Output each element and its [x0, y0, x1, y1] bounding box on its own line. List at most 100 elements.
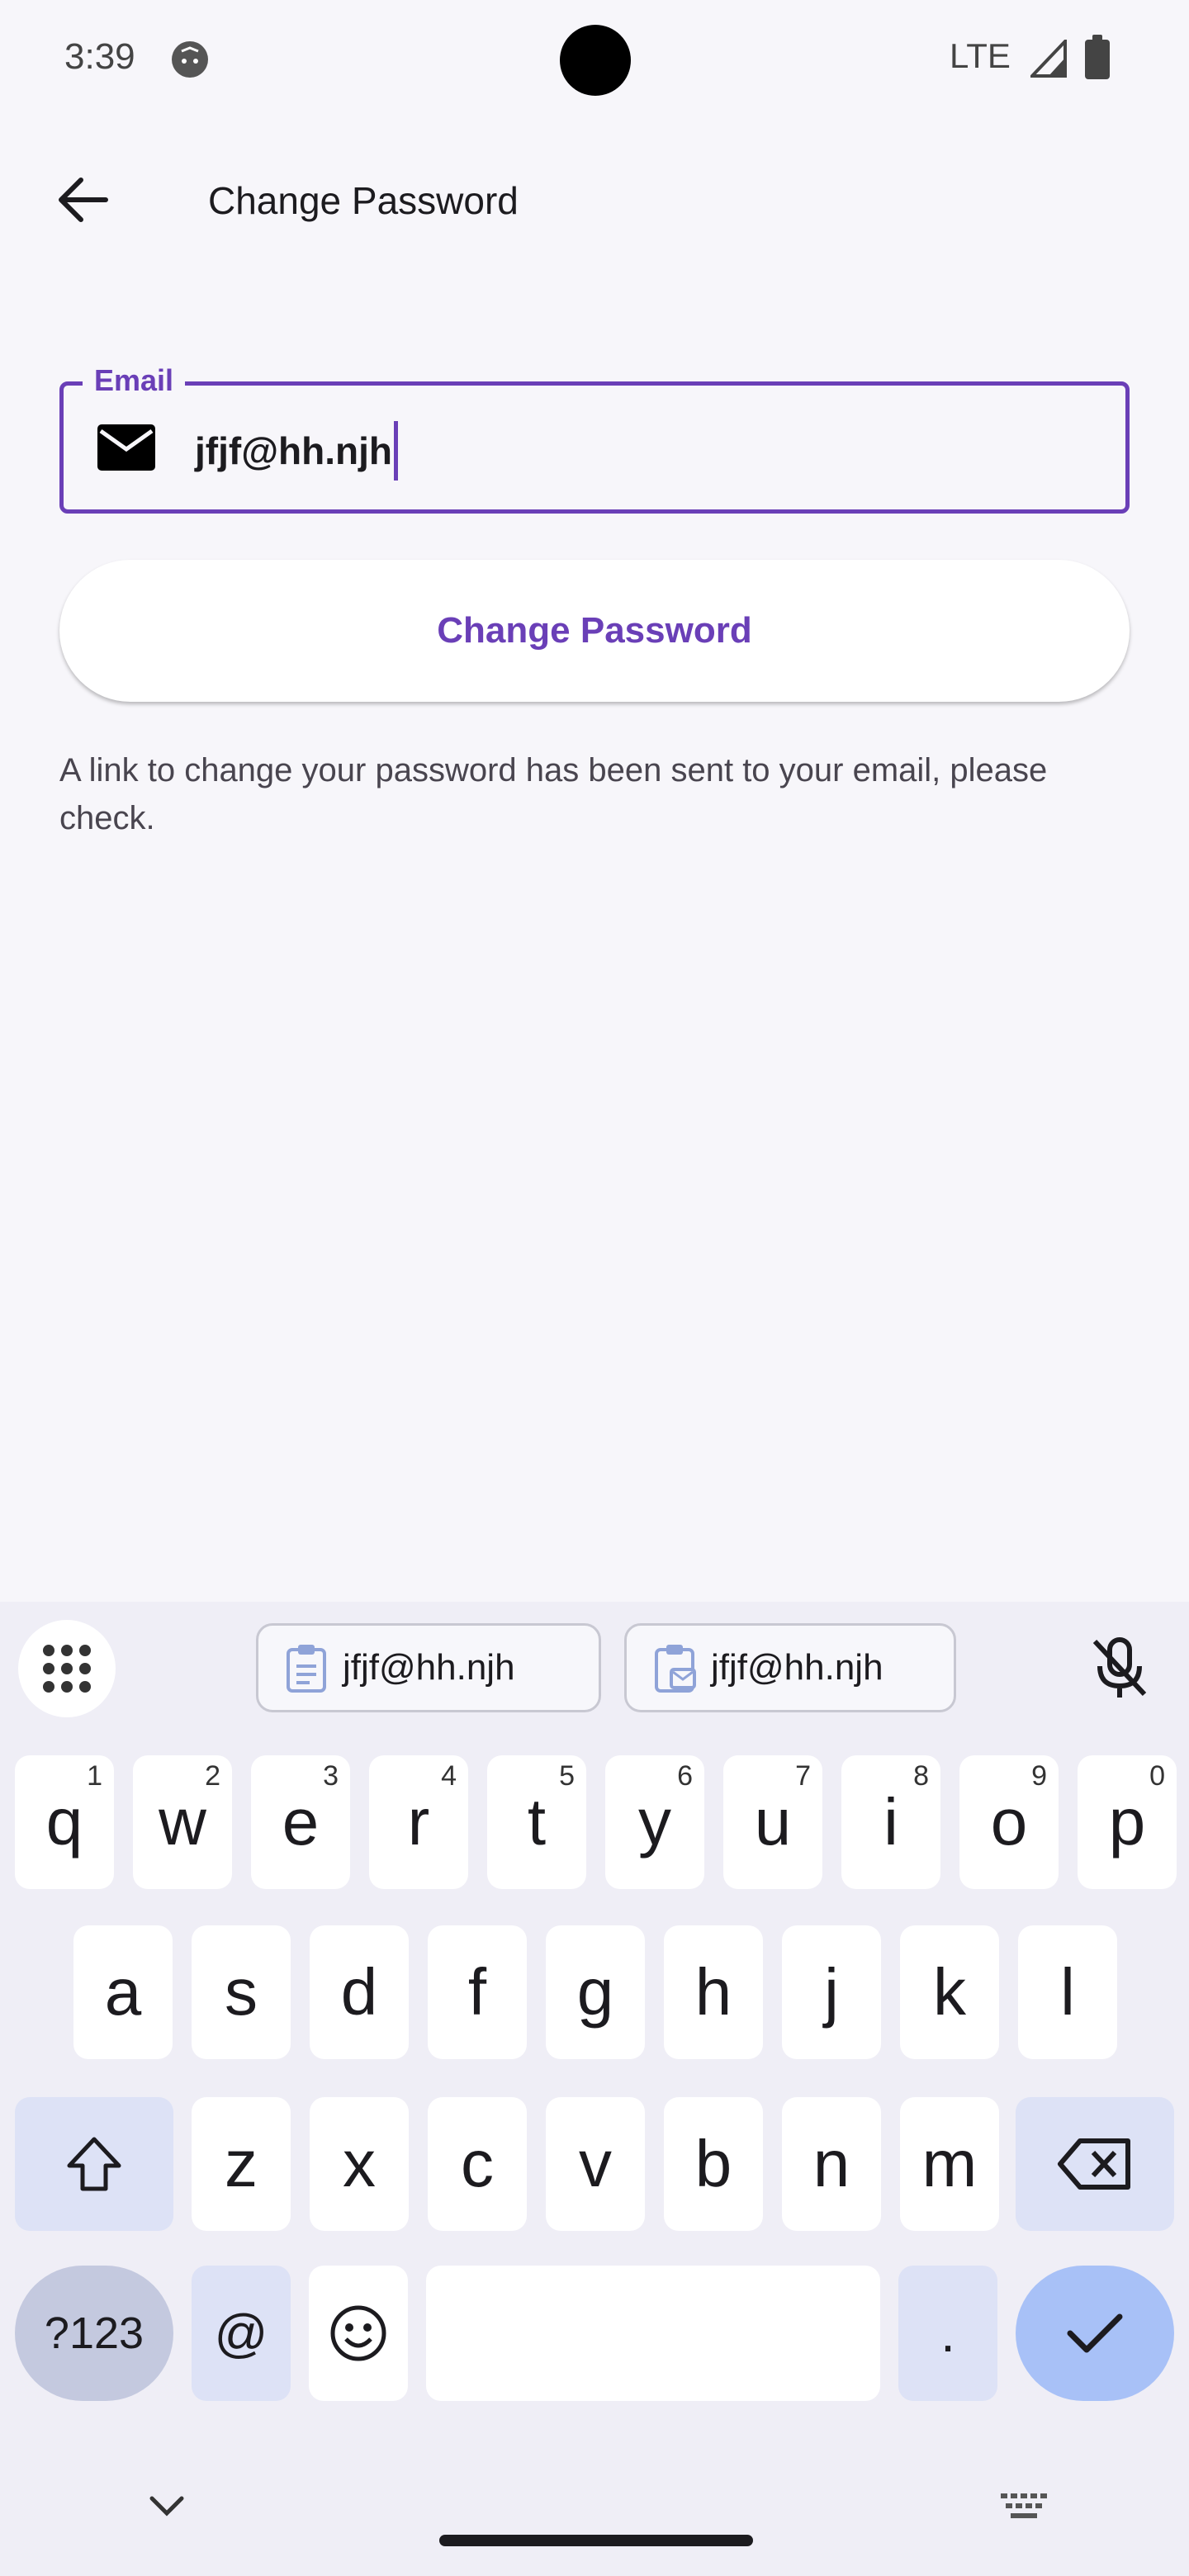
key-label: d — [340, 1955, 378, 2029]
key-label: o — [990, 1785, 1028, 1859]
home-indicator[interactable] — [439, 2535, 753, 2546]
key-p[interactable]: p0 — [1078, 1755, 1177, 1889]
key-hint: 3 — [323, 1760, 339, 1792]
key-label: x — [343, 2127, 376, 2200]
key-label: q — [45, 1785, 83, 1859]
email-suggestion-chip[interactable]: jfjf@hh.njh — [624, 1623, 956, 1712]
key-g[interactable]: g — [546, 1925, 645, 2059]
key-label: h — [694, 1955, 732, 2029]
chip-label: jfjf@hh.njh — [711, 1647, 883, 1688]
signal-icon — [1030, 40, 1067, 78]
key-n[interactable]: n — [782, 2097, 881, 2231]
key-r[interactable]: r4 — [369, 1755, 468, 1889]
key-label: s — [225, 1955, 258, 2029]
keyboard-menu-button[interactable] — [18, 1620, 116, 1717]
key-i[interactable]: i8 — [841, 1755, 940, 1889]
text-cursor — [394, 421, 399, 481]
clipboard-icon — [287, 1645, 326, 1693]
key-w[interactable]: w2 — [133, 1755, 232, 1889]
key-label: t — [527, 1785, 547, 1859]
key-label: n — [812, 2127, 850, 2200]
key-q[interactable]: q1 — [15, 1755, 114, 1889]
email-input[interactable]: jfjf@hh.njh — [195, 421, 399, 481]
key-hint: 2 — [205, 1760, 220, 1792]
key-label: e — [282, 1785, 320, 1859]
clipboard-mail-icon — [655, 1645, 696, 1693]
key-l[interactable]: l — [1018, 1925, 1117, 2059]
key-label: v — [579, 2127, 612, 2200]
enter-key[interactable] — [1016, 2266, 1174, 2401]
key-v[interactable]: v — [546, 2097, 645, 2231]
hide-keyboard-icon[interactable] — [145, 2490, 188, 2523]
backspace-key[interactable] — [1016, 2097, 1174, 2231]
email-input-value: jfjf@hh.njh — [195, 429, 393, 472]
key-u[interactable]: u7 — [723, 1755, 822, 1889]
key-hint: 9 — [1031, 1760, 1047, 1792]
info-message: A link to change your password has been … — [59, 752, 1048, 836]
key-label: y — [638, 1785, 671, 1859]
symbols-key[interactable]: ?123 — [15, 2266, 173, 2401]
network-type: LTE — [950, 36, 1011, 75]
key-e[interactable]: e3 — [251, 1755, 350, 1889]
apps-grid-icon — [43, 1645, 91, 1693]
key-d[interactable]: d — [310, 1925, 409, 2059]
key-label: u — [754, 1785, 792, 1859]
emoji-key[interactable] — [309, 2266, 408, 2401]
check-icon — [1067, 2313, 1123, 2353]
back-button[interactable] — [46, 163, 119, 236]
key-m[interactable]: m — [900, 2097, 999, 2231]
mail-icon — [97, 424, 155, 471]
key-y[interactable]: y6 — [605, 1755, 704, 1889]
key-hint: 0 — [1149, 1760, 1165, 1792]
key-label: g — [576, 1955, 614, 2029]
key-a[interactable]: a — [73, 1925, 173, 2059]
at-key[interactable]: @ — [192, 2266, 291, 2401]
key-hint: 1 — [87, 1760, 102, 1792]
key-label: b — [694, 2127, 732, 2200]
shift-key[interactable] — [15, 2097, 173, 2231]
key-hint: 4 — [441, 1760, 457, 1792]
shift-icon — [67, 2137, 121, 2191]
page-title: Change Password — [208, 179, 519, 222]
key-label: k — [933, 1955, 966, 2029]
change-password-button[interactable]: Change Password — [59, 560, 1130, 702]
key-o[interactable]: o9 — [959, 1755, 1059, 1889]
key-hint: 5 — [559, 1760, 575, 1792]
camera-cutout — [560, 25, 631, 96]
key-s[interactable]: s — [192, 1925, 291, 2059]
key-label: c — [461, 2127, 494, 2200]
keyboard — [0, 1602, 1189, 2576]
key-k[interactable]: k — [900, 1925, 999, 2059]
key-f[interactable]: f — [428, 1925, 527, 2059]
key-z[interactable]: z — [192, 2097, 291, 2231]
keyboard-switch-icon[interactable] — [999, 2490, 1049, 2523]
backspace-icon — [1058, 2138, 1130, 2190]
mic-off-icon[interactable] — [1087, 1635, 1153, 1701]
key-h[interactable]: h — [664, 1925, 763, 2059]
arrow-back-icon — [59, 178, 108, 222]
key-label: f — [467, 1955, 487, 2029]
key-label: m — [921, 2127, 978, 2200]
emoji-icon — [330, 2305, 386, 2361]
clipboard-suggestion-chip[interactable]: jfjf@hh.njh — [256, 1623, 601, 1712]
key-hint: 6 — [677, 1760, 693, 1792]
key-hint: 7 — [795, 1760, 811, 1792]
key-label: j — [824, 1955, 839, 2029]
key-hint: 8 — [913, 1760, 929, 1792]
space-key[interactable] — [426, 2266, 880, 2401]
key-c[interactable]: c — [428, 2097, 527, 2231]
key-t[interactable]: t5 — [487, 1755, 586, 1889]
key-label: a — [104, 1955, 142, 2029]
key-b[interactable]: b — [664, 2097, 763, 2231]
key-label: i — [883, 1785, 898, 1859]
key-label: p — [1108, 1785, 1146, 1859]
notification-icon — [172, 41, 208, 78]
chip-label: jfjf@hh.njh — [343, 1647, 515, 1688]
key-j[interactable]: j — [782, 1925, 881, 2059]
period-key[interactable]: . — [898, 2266, 997, 2401]
key-x[interactable]: x — [310, 2097, 409, 2231]
email-field-label: Email — [83, 363, 186, 398]
key-label: z — [225, 2127, 258, 2200]
battery-icon — [1085, 35, 1110, 79]
status-time: 3:39 — [64, 36, 135, 77]
